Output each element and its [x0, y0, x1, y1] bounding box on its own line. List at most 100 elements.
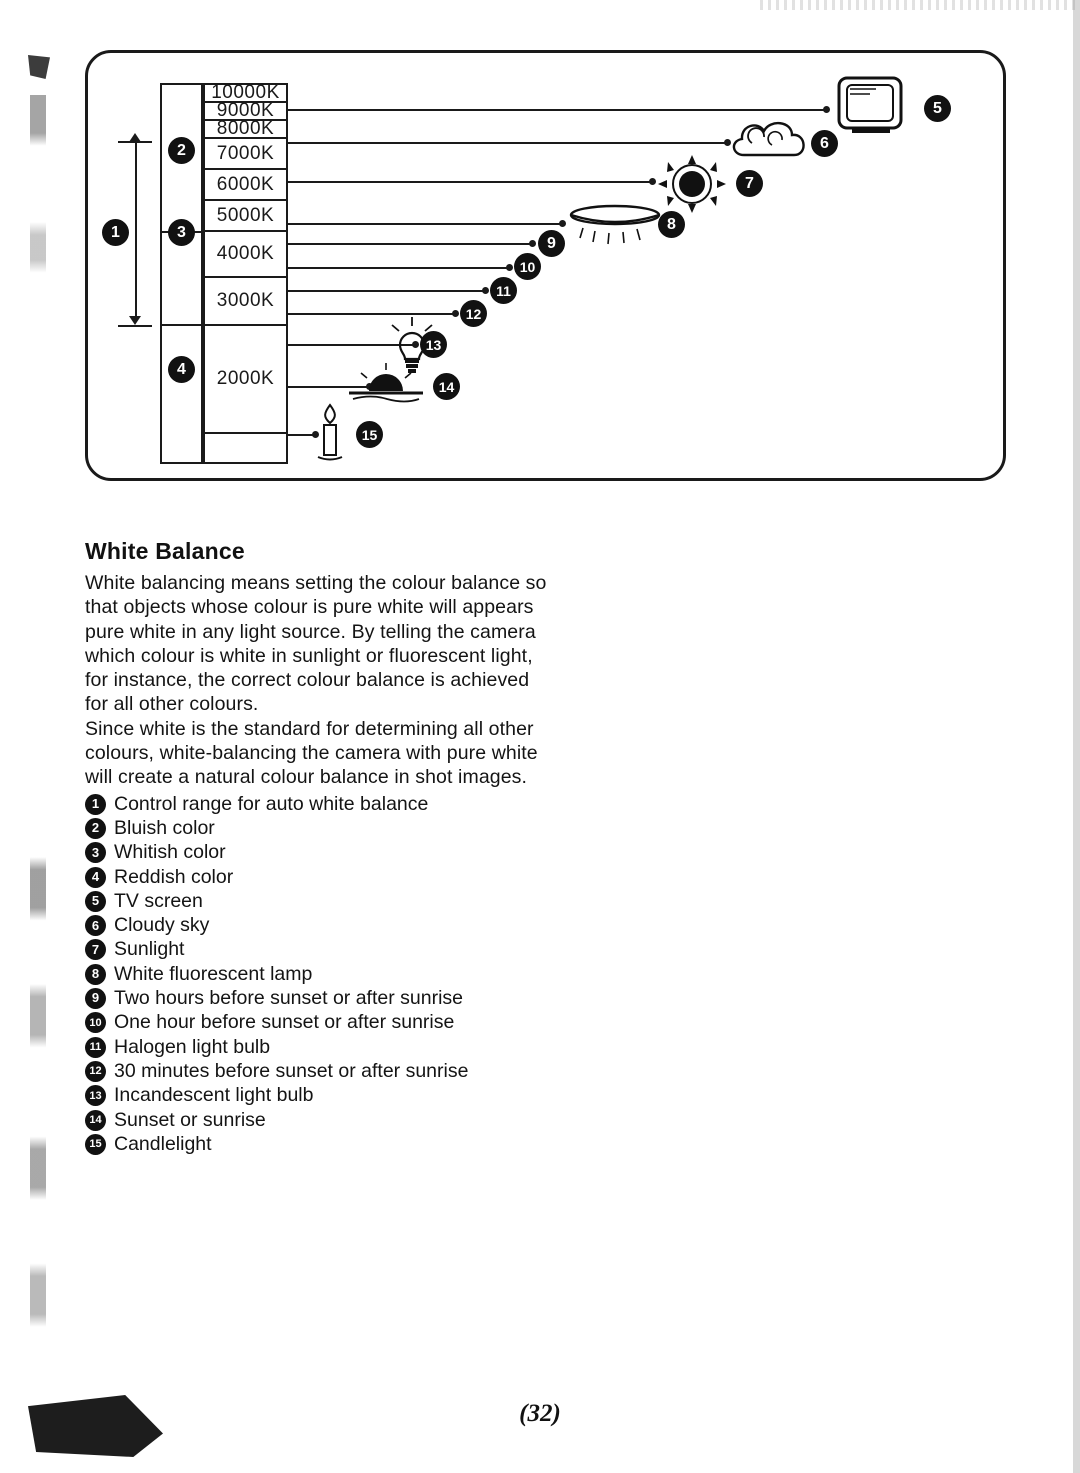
list-item: 2 Bluish color	[85, 816, 555, 840]
temp-box-8000k: 8000K	[203, 118, 288, 139]
scan-artifact-left-column	[30, 95, 46, 1365]
list-item: 6 Cloudy sky	[85, 913, 555, 937]
cloudy-sky-icon	[728, 115, 812, 172]
legend-label: White fluorescent lamp	[114, 962, 313, 985]
legend-number: 12	[85, 1060, 106, 1082]
legend-label: Bluish color	[114, 816, 215, 839]
list-item: 3 Whitish color	[85, 840, 555, 864]
diagram-marker-7: 7	[736, 170, 763, 197]
leader-dot-9	[529, 240, 536, 247]
legend-label: 30 minutes before sunset or after sunris…	[114, 1059, 469, 1082]
diagram-marker-8: 8	[658, 211, 685, 238]
diagram-marker-13: 13	[420, 331, 447, 358]
diagram-marker-12: 12	[460, 300, 487, 327]
legend-number: 13	[85, 1085, 106, 1107]
colour-temperature-diagram: 10000K 9000K 8000K 7000K 6000K 5000K 400…	[85, 50, 1006, 481]
diagram-marker-9: 9	[538, 230, 565, 257]
legend-number: 1	[85, 793, 106, 815]
sunset-sunrise-icon	[343, 361, 429, 414]
page-title: White Balance	[85, 538, 245, 564]
legend-number: 6	[85, 915, 106, 937]
legend-number: 3	[85, 842, 106, 864]
legend-label: TV screen	[114, 889, 203, 912]
list-item: 10 One hour before sunset or after sunris…	[85, 1010, 555, 1034]
auto-range-tick-top	[118, 141, 152, 143]
scan-artifact-top-left	[28, 55, 50, 79]
list-item: 14 Sunset or sunrise	[85, 1108, 555, 1132]
scan-artifact-right	[1073, 0, 1080, 1473]
leader-dot-12	[452, 310, 459, 317]
temp-box-5000k: 5000K	[203, 199, 288, 232]
legend-number: 4	[85, 866, 106, 888]
legend-number: 8	[85, 963, 106, 985]
list-item: 12 30 minutes before sunset or after sunr…	[85, 1059, 555, 1083]
legend-number: 9	[85, 988, 106, 1010]
diagram-marker-4: 4	[168, 356, 195, 383]
list-item: 13 Incandescent light bulb	[85, 1083, 555, 1107]
legend-label: Candlelight	[114, 1132, 212, 1155]
diagram-marker-14: 14	[433, 373, 460, 400]
diagram-marker-10: 10	[514, 253, 541, 280]
diagram-marker-2: 2	[168, 137, 195, 164]
diagram-marker-5: 5	[924, 95, 951, 122]
diagram-marker-15: 15	[356, 421, 383, 448]
diagram-marker-6: 6	[811, 130, 838, 157]
legend-number: 5	[85, 890, 106, 912]
list-item: 5 TV screen	[85, 889, 555, 913]
candlelight-icon	[310, 401, 350, 468]
temp-box-tail	[203, 432, 288, 464]
auto-range-tick-bottom	[118, 325, 152, 327]
legend-label: Control range for auto white balance	[114, 792, 429, 815]
diagram-marker-1: 1	[102, 219, 129, 246]
legend-number: 7	[85, 939, 106, 961]
temp-box-6000k: 6000K	[203, 168, 288, 201]
temp-box-7000k: 7000K	[203, 137, 288, 170]
leader-line-10	[288, 267, 510, 269]
legend-number: 11	[85, 1036, 106, 1058]
legend-label: Whitish color	[114, 841, 226, 864]
leader-dot-11	[482, 287, 489, 294]
legend-number: 14	[85, 1109, 106, 1131]
legend-label: Two hours before sunset or after sunrise	[114, 987, 464, 1010]
list-item: 15 Candlelight	[85, 1132, 555, 1156]
list-item: 9 Two hours before sunset or after sunris…	[85, 986, 555, 1010]
tv-screen-icon	[836, 75, 908, 146]
leader-line-11	[288, 290, 486, 292]
legend-list: 1 Control range for auto white balance 2B…	[85, 792, 555, 1156]
diagram-marker-3: 3	[168, 219, 195, 246]
leader-dot-10	[506, 264, 513, 271]
temp-box-3000k: 3000K	[203, 276, 288, 326]
white-balance-section: White Balance White balancing means sett…	[85, 538, 555, 1156]
leader-line-7	[288, 181, 653, 183]
legend-label: Sunlight	[114, 938, 185, 961]
legend-label: Reddish color	[114, 865, 234, 888]
leader-line-8	[288, 223, 563, 225]
band-box-reddish	[160, 324, 203, 464]
list-item: 4 Reddish color	[85, 865, 555, 889]
list-item: 8 White fluorescent lamp	[85, 962, 555, 986]
paragraph-1: White balancing means setting the colour…	[85, 572, 547, 716]
temp-box-2000k: 2000K	[203, 324, 288, 434]
auto-range-arrow-line	[135, 141, 137, 317]
temp-box-4000k: 4000K	[203, 230, 288, 278]
leader-line-6	[288, 142, 728, 144]
diagram-marker-11: 11	[490, 277, 517, 304]
legend-number: 10	[85, 1012, 106, 1034]
sunlight-icon	[654, 153, 730, 220]
list-item: 7 Sunlight	[85, 937, 555, 961]
legend-number: 2	[85, 817, 106, 839]
legend-label: Halogen light bulb	[114, 1035, 271, 1058]
legend-label: One hour before sunset or after sunrise	[114, 1011, 455, 1034]
leader-line-5	[288, 109, 828, 111]
legend-number: 15	[85, 1133, 106, 1155]
page-number: (32)	[519, 1400, 561, 1427]
auto-range-arrow-down	[129, 316, 141, 325]
leader-line-9	[288, 243, 533, 245]
legend-label: Cloudy sky	[114, 914, 210, 937]
paragraph-2: Since white is the standard for determin…	[85, 717, 538, 789]
scan-artifact-top	[760, 0, 1080, 10]
leader-dot-5	[823, 106, 830, 113]
list-item: 11 Halogen light bulb	[85, 1035, 555, 1059]
legend-label: Sunset or sunrise	[114, 1108, 266, 1131]
fluorescent-lamp-icon	[565, 201, 665, 254]
